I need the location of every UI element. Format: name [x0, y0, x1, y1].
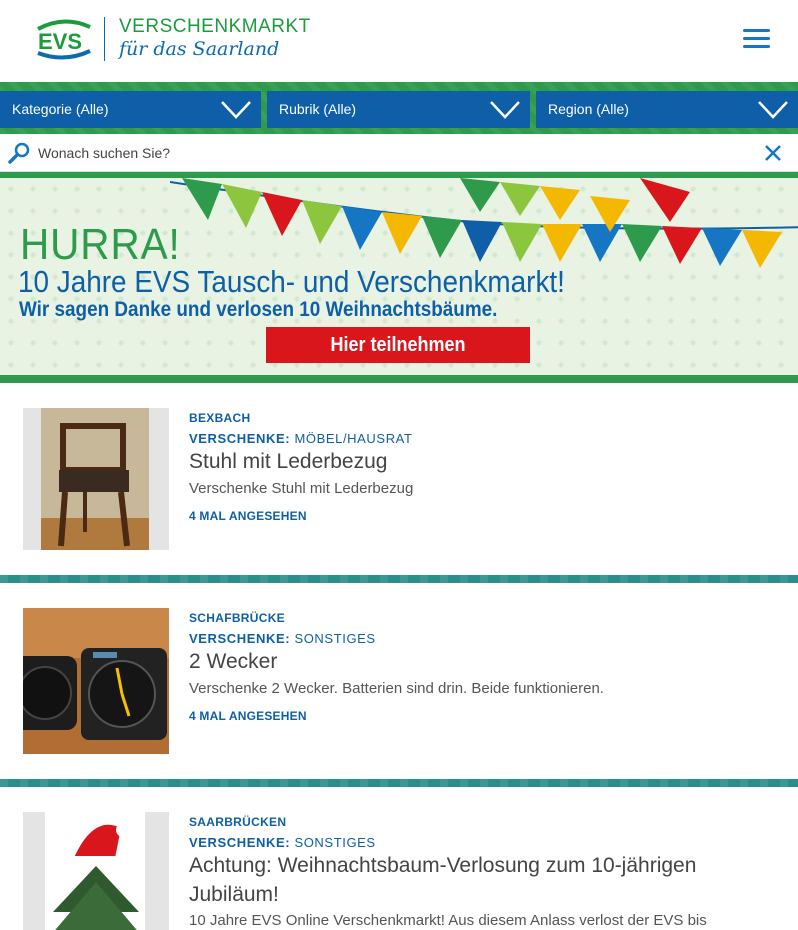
site-logo[interactable]: EVS VERSCHENKMARKT für das Saarland [36, 17, 311, 61]
divider [0, 779, 798, 787]
list-item[interactable]: SCHAFBRÜCKE VERSCHENKE: SONSTIGES 2 Weck… [0, 583, 798, 779]
listing-description: Verschenke Stuhl mit Lederbezug [189, 480, 414, 497]
logo-subtitle: für das Saarland [119, 38, 280, 60]
close-icon[interactable] [763, 143, 783, 163]
list-item[interactable]: SAARBRÜCKEN VERSCHENKE: SONSTIGES Achtun… [0, 787, 798, 930]
search-bar [0, 134, 798, 172]
listing-description: 10 Jahre EVS Online Verschenkmarkt! Aus … [189, 912, 707, 929]
filter-bar: Kategorie (Alle) Rubrik (Alle) Region (A… [0, 82, 798, 134]
listing-title[interactable]: 2 Wecker [189, 647, 769, 676]
logo-divider [104, 17, 105, 61]
rubric-dropdown-label: Rubrik (Alle) [279, 101, 357, 117]
listing-title[interactable]: Achtung: Weihnachtsbaum-Verlosung zum 10… [189, 851, 769, 909]
search-input[interactable] [38, 140, 738, 166]
listing-category: VERSCHENKE: SONSTIGES [189, 835, 376, 850]
svg-text:EVS: EVS [38, 29, 82, 54]
promo-banner[interactable]: HURRA! 10 Jahre EVS Tausch- und Verschen… [0, 172, 798, 383]
listing-title[interactable]: Stuhl mit Lederbezug [189, 447, 769, 476]
christmas-tree-image[interactable] [23, 812, 169, 930]
alarm-clocks-image[interactable] [23, 608, 169, 754]
participate-button-label: Hier teilnehmen [330, 334, 466, 356]
list-item[interactable]: BEXBACH VERSCHENKE: MÖBEL/HAUSRAT Stuhl … [0, 383, 798, 575]
evs-logo-icon: EVS [36, 17, 92, 61]
banner-title: 10 Jahre EVS Tausch- und Verschenkmarkt! [18, 264, 565, 299]
divider [0, 575, 798, 583]
banner-headline: HURRA! [20, 220, 181, 269]
category-dropdown[interactable]: Kategorie (Alle) [0, 91, 261, 128]
search-icon[interactable] [7, 141, 31, 165]
rubric-dropdown[interactable]: Rubrik (Alle) [267, 91, 530, 128]
listing-region: SCHAFBRÜCKE [189, 611, 285, 625]
site-header: EVS VERSCHENKMARKT für das Saarland [0, 0, 798, 82]
category-dropdown-label: Kategorie (Alle) [12, 101, 109, 117]
hamburger-menu-icon[interactable] [743, 29, 770, 51]
chevron-down-icon [758, 101, 788, 119]
chair-image[interactable] [23, 408, 169, 550]
logo-text: VERSCHENKMARKT für das Saarland [119, 17, 311, 61]
region-dropdown-label: Region (Alle) [548, 101, 629, 117]
listing-views: 4 MAL ANGESEHEN [189, 509, 307, 523]
listing-views: 4 MAL ANGESEHEN [189, 709, 307, 723]
listing-region: SAARBRÜCKEN [189, 815, 287, 829]
chevron-down-icon [221, 101, 251, 119]
participate-button[interactable]: Hier teilnehmen [266, 327, 530, 363]
logo-title: VERSCHENKMARKT [119, 16, 311, 37]
listing-description: Verschenke 2 Wecker. Batterien sind drin… [189, 680, 604, 697]
listing-category: VERSCHENKE: MÖBEL/HAUSRAT [189, 431, 413, 446]
region-dropdown[interactable]: Region (Alle) [536, 91, 798, 128]
listing-region: BEXBACH [189, 411, 251, 425]
banner-subtitle: Wir sagen Danke und verlosen 10 Weihnach… [19, 298, 498, 321]
chevron-down-icon [490, 101, 520, 119]
listing-category: VERSCHENKE: SONSTIGES [189, 631, 376, 646]
